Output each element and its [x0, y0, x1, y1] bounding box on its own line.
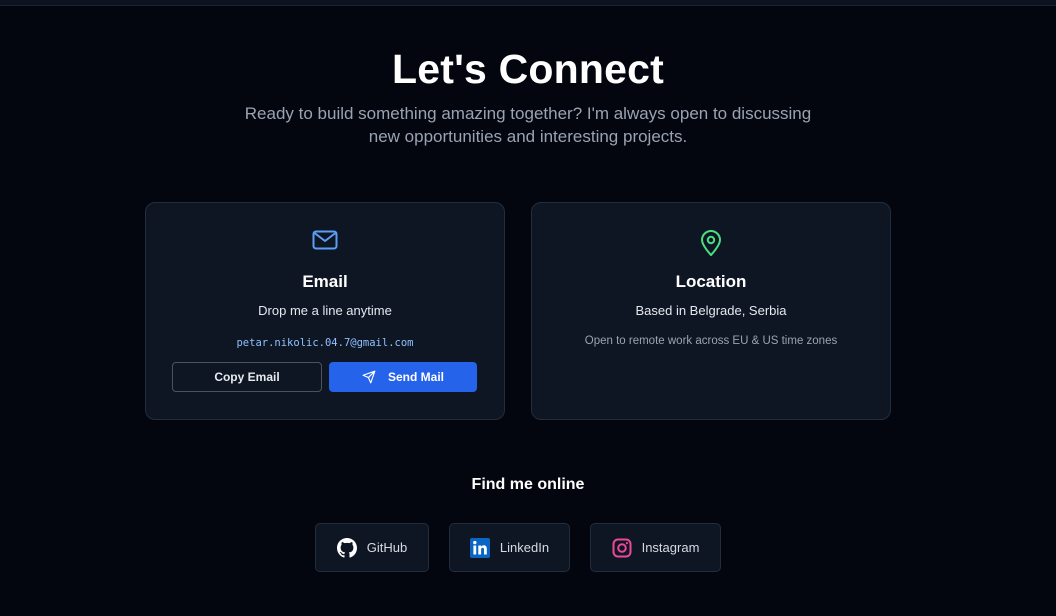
instagram-label: Instagram	[641, 540, 700, 555]
map-pin-icon	[532, 230, 890, 257]
find-me-online-heading: Find me online	[471, 476, 585, 493]
linkedin-label: LinkedIn	[499, 540, 550, 555]
email-card-description: Drop me a line anytime	[258, 303, 392, 318]
github-icon	[336, 537, 357, 558]
location-card-description: Based in Belgrade, Serbia	[635, 303, 787, 318]
send-mail-label: Send Mail	[387, 370, 444, 384]
copy-email-button[interactable]: Copy Email	[172, 362, 322, 392]
subtitle-line-2: new opportunities and interesting projec…	[368, 127, 688, 146]
mail-icon	[146, 230, 504, 250]
location-card-title: Location	[675, 272, 747, 291]
email-address[interactable]: petar.nikolic.04.7@gmail.com	[146, 337, 504, 349]
github-link[interactable]: GitHub	[315, 523, 429, 572]
linkedin-icon	[469, 537, 490, 558]
copy-email-label: Copy Email	[214, 370, 280, 384]
page-subtitle: Ready to build something amazing togethe…	[228, 102, 828, 148]
send-icon	[362, 370, 376, 384]
instagram-link[interactable]: Instagram	[590, 523, 721, 572]
instagram-icon	[612, 538, 632, 557]
top-navbar-edge	[0, 0, 1056, 6]
email-card: Email Drop me a line anytime petar.nikol…	[145, 202, 505, 420]
subtitle-line-1: Ready to build something amazing togethe…	[244, 104, 812, 123]
send-mail-button[interactable]: Send Mail	[329, 362, 477, 392]
page-title: Let's Connect	[391, 46, 665, 92]
location-card: Location Based in Belgrade, Serbia Open …	[531, 202, 891, 420]
email-card-title: Email	[302, 272, 348, 291]
github-label: GitHub	[366, 540, 408, 555]
linkedin-link[interactable]: LinkedIn	[449, 523, 570, 572]
location-note: Open to remote work across EU & US time …	[584, 335, 838, 347]
